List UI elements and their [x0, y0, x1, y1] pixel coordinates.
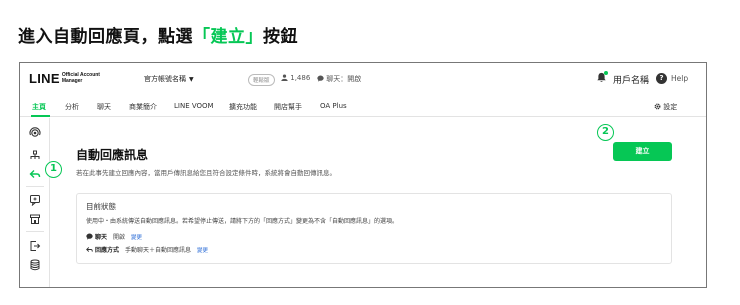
main-nav: 主頁 分析 聊天 商業簡介 LINE VOOM 擴充功能 開店幫手 OA Plu…	[20, 97, 706, 117]
step-marker-1: 1	[45, 161, 62, 178]
chat-change-link[interactable]: 變更	[131, 233, 142, 241]
antenna-icon[interactable]	[29, 127, 41, 139]
friends-count: 1,486	[281, 74, 310, 82]
sidebar	[20, 118, 50, 287]
instruction-highlight: 「建立」	[193, 27, 263, 47]
notification-dot	[604, 71, 608, 75]
nav-extensions[interactable]: 擴充功能	[229, 102, 257, 112]
hierarchy-icon[interactable]	[29, 150, 41, 162]
response-mode-value: 手動聊天＋自動回應訊息	[125, 247, 192, 254]
chat-status: 聊天：開啟	[317, 74, 361, 84]
store-icon[interactable]	[29, 213, 41, 225]
nav-oa-plus[interactable]: OA Plus	[320, 102, 347, 110]
app-window: LINE Official Account Manager 官方帳號名稱 ▼ 輕鬆版…	[19, 62, 707, 288]
nav-chat[interactable]: 聊天	[97, 102, 111, 112]
exit-icon[interactable]	[29, 240, 41, 252]
message-box-icon[interactable]	[29, 194, 41, 206]
active-tab-indicator	[31, 115, 50, 117]
top-header: LINE Official Account Manager 官方帳號名稱 ▼ 輕鬆版…	[20, 63, 706, 97]
response-mode-change-link[interactable]: 變更	[197, 246, 208, 254]
sidebar-divider	[26, 231, 44, 232]
reply-icon	[86, 247, 93, 252]
instruction-suffix: 按鈕	[263, 27, 298, 47]
nav-shop-helper[interactable]: 開店幫手	[274, 102, 302, 112]
account-name: 官方帳號名稱	[144, 75, 186, 83]
status-title: 目前狀態	[86, 202, 116, 211]
nav-business-profile[interactable]: 商業簡介	[129, 102, 157, 112]
plan-badge: 輕鬆版	[248, 74, 275, 86]
instruction-heading: 進入自動回應頁，點選「建立」按鈕	[18, 22, 298, 47]
chat-value: 開啟	[113, 234, 126, 241]
nav-analytics[interactable]: 分析	[65, 102, 79, 112]
step-marker-2: 2	[597, 124, 614, 141]
logo-wordmark: LINE	[29, 71, 60, 86]
caret-down-icon: ▼	[189, 76, 194, 83]
user-name[interactable]: 用戶名稱	[613, 73, 649, 86]
instruction-prefix: 進入自動回應頁，點選	[18, 27, 193, 47]
nav-line-voom[interactable]: LINE VOOM	[174, 102, 214, 110]
page-title: 自動回應訊息	[76, 148, 149, 162]
line-logo[interactable]: LINE Official Account Manager	[29, 71, 110, 86]
chat-label: 聊天	[95, 234, 108, 241]
reply-icon[interactable]	[29, 168, 41, 180]
help-link[interactable]: Help	[671, 74, 688, 83]
sidebar-divider	[26, 186, 44, 187]
settings-link[interactable]: 設定	[654, 102, 677, 112]
page-description: 若在此事先建立回應內容，當用戶傳訊息給您且符合設定條件時，系統將會自動回傳訊息。	[76, 169, 336, 177]
create-button[interactable]: 建立	[613, 142, 672, 161]
chat-status-row: 聊天 開啟 變更	[86, 232, 142, 241]
logo-subtitle: Official Account Manager	[61, 72, 100, 84]
account-selector[interactable]: 官方帳號名稱 ▼	[144, 74, 194, 84]
help-icon[interactable]: ?	[656, 73, 667, 84]
user-icon	[281, 74, 288, 81]
response-mode-row: 回應方式 手動聊天＋自動回應訊息 變更	[86, 245, 208, 254]
status-description: 使用中・由系統傳送自動回應訊息。若希望停止傳送，請將下方的「回應方式」變更為不含…	[86, 218, 399, 225]
gear-icon	[654, 103, 661, 110]
chat-icon	[86, 233, 93, 240]
nav-home[interactable]: 主頁	[32, 102, 46, 112]
status-card: 目前狀態 使用中・由系統傳送自動回應訊息。若希望停止傳送，請將下方的「回應方式」…	[76, 193, 672, 264]
database-icon[interactable]	[29, 259, 41, 271]
response-mode-label: 回應方式	[95, 247, 120, 254]
chat-icon	[317, 75, 324, 82]
